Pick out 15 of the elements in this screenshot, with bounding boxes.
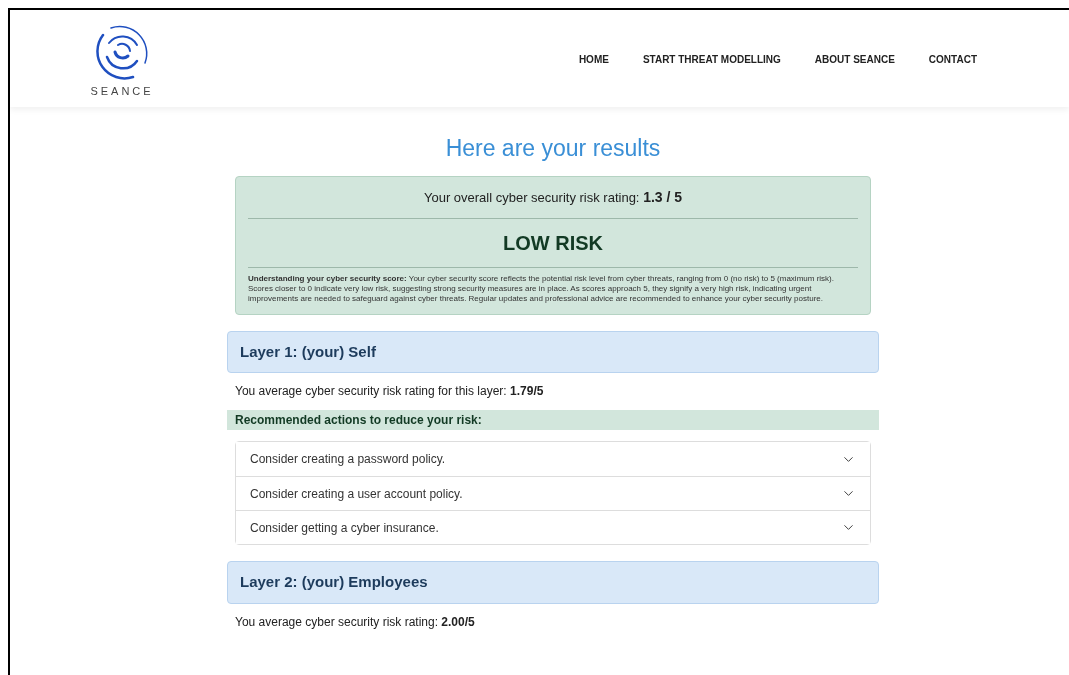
page-title: Here are your results [444,134,662,163]
layer-rating: You average cyber security risk rating: 2.00/5 [234,613,476,631]
layer-header: Layer 2: (your) Employees [227,561,879,604]
layer-header: Layer 1: (your) Self [227,330,879,373]
risk-level: LOW RISK [248,218,858,268]
score-explanation: Understanding your cyber security score: Your cyber security score reflects the potential risk level from cyber threats, ranging from 0 (no risk) to 5 (maximum risk). Scores closer to 0 indicate very low risk, suggesting strong security measures are in place. As scores approach 5, they signify a very high risk, indicating urgent improvements are needed to safeguard against cyber threats. Regular updates and professional advice are recommended to enhance your cyber security posture. [248,273,835,304]
action-accordion-item[interactable]: Consider getting a cyber insurance. [236,510,870,544]
layer-rating: You average cyber security risk rating for this layer: 1.79/5 [234,383,545,400]
nav-link[interactable]: CONTACT [928,52,977,67]
nav-link[interactable]: START THREAT MODELLING [642,52,781,67]
nav-link[interactable]: HOME [578,52,609,67]
overall-rating: Your overall cyber security risk rating: 1.3 / 5 [248,186,858,219]
actions-heading: Recommended actions to reduce your risk: [227,410,879,430]
logo-text: SEANCE [90,84,154,100]
nav-link[interactable]: ABOUT SEANCE [814,52,895,67]
